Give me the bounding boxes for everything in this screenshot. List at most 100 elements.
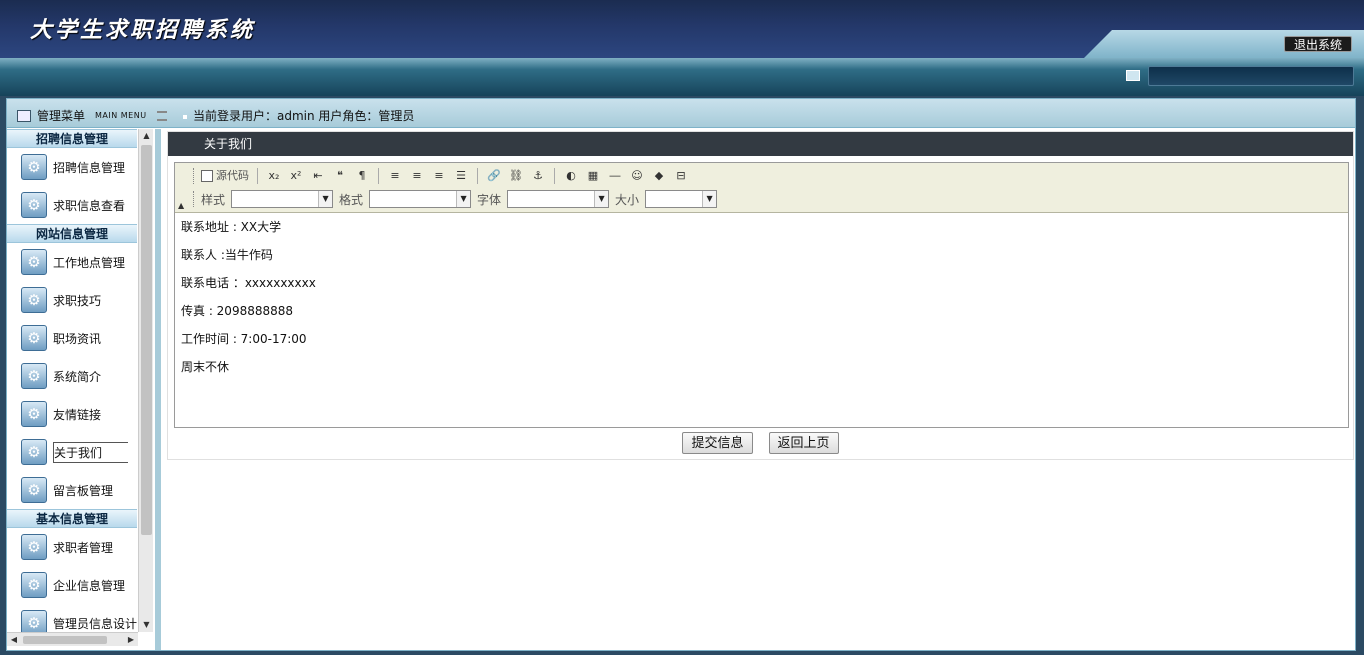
sidebar-item-label: 关于我们 — [53, 441, 129, 463]
toolbar-grip — [193, 168, 195, 184]
sidebar-divider[interactable] — [155, 129, 161, 650]
sidebar-item-resume-view[interactable]: ⚙ 求职信息查看 — [7, 186, 137, 224]
gear-icon: ⚙ — [21, 249, 47, 275]
rich-text-editor[interactable]: 源代码 x₂ x² ⇤ ❝ ¶ ≡ ≡ ≡ ☰ 🔗 ⛓ ⚓ ◐ ▦ ― ☺ ◆ … — [174, 162, 1349, 428]
scroll-down-icon[interactable]: ▼ — [139, 618, 154, 632]
source-icon — [201, 170, 213, 182]
toolbar-row-1: 源代码 x₂ x² ⇤ ❝ ¶ ≡ ≡ ≡ ☰ 🔗 ⛓ ⚓ ◐ ▦ ― ☺ ◆ … — [193, 167, 689, 185]
sidebar-menu: 招聘信息管理 ⚙ 招聘信息管理 ⚙ 求职信息查看 网站信息管理 ⚙ 工作地点管理… — [7, 129, 137, 642]
form-actions: 提交信息 返回上页 — [168, 432, 1353, 454]
sidebar-item-system-intro[interactable]: ⚙ 系统简介 — [7, 357, 137, 395]
menu-toggle-icon[interactable] — [156, 110, 167, 121]
chevron-down-icon: ▼ — [456, 191, 471, 207]
size-label: 大小 — [615, 192, 640, 207]
subscript-icon[interactable]: x₂ — [266, 168, 282, 184]
sidebar-item-label: 求职信息查看 — [53, 198, 126, 213]
sidebar-horizontal-scrollbar[interactable]: ◀ ▶ — [7, 632, 138, 646]
align-right-icon[interactable]: ≡ — [431, 168, 447, 184]
scroll-thumb[interactable] — [141, 145, 152, 535]
sidebar-vertical-scrollbar[interactable]: ▲ ▼ — [138, 129, 153, 632]
blockquote-icon[interactable]: ❝ — [332, 168, 348, 184]
sidebar-item-about-us[interactable]: ⚙ 关于我们 — [7, 433, 137, 471]
sidebar-item-job-tips[interactable]: ⚙ 求职技巧 — [7, 281, 137, 319]
page-break-icon[interactable]: ⊟ — [673, 168, 689, 184]
special-char-icon[interactable]: ◆ — [651, 168, 667, 184]
editor-content[interactable]: 联系地址 : XX大学 联系人 :当牛作码 联系电话 ：xxxxxxxxxx 传… — [181, 220, 316, 388]
content-line: 传真 : 2098888888 — [181, 304, 294, 318]
sidebar-item-companies[interactable]: ⚙ 企业信息管理 — [7, 566, 137, 604]
sidebar-item-label: 求职技巧 — [53, 293, 102, 308]
toolbar-separator — [477, 168, 478, 184]
monitor-icon — [1126, 70, 1140, 81]
table-icon[interactable]: ▦ — [585, 168, 601, 184]
sidebar-item-job-seekers[interactable]: ⚙ 求职者管理 — [7, 528, 137, 566]
current-user-info: 当前登录用户：admin 用户角色：管理员 — [183, 107, 414, 124]
sidebar-item-label: 招聘信息管理 — [53, 160, 126, 175]
sidebar-item-career-news[interactable]: ⚙ 职场资讯 — [7, 319, 137, 357]
align-left-icon[interactable]: ≡ — [387, 168, 403, 184]
sidebar-category[interactable]: 基本信息管理 — [7, 509, 137, 528]
sidebar-item-work-location[interactable]: ⚙ 工作地点管理 — [7, 243, 137, 281]
flash-icon[interactable]: ◐ — [563, 168, 579, 184]
chevron-down-icon: ▼ — [594, 191, 609, 207]
sidebar-item-label: 系统简介 — [53, 369, 102, 384]
size-select[interactable]: ▼ — [645, 190, 718, 208]
main-frame: 管理菜单 MAIN MENU 当前登录用户：admin 用户角色：管理员 招聘信… — [6, 98, 1356, 651]
source-button[interactable]: 源代码 — [201, 168, 249, 184]
sidebar-item-friend-links[interactable]: ⚙ 友情链接 — [7, 395, 137, 433]
gear-icon: ⚙ — [21, 154, 47, 180]
align-center-icon[interactable]: ≡ — [409, 168, 425, 184]
gear-icon: ⚙ — [21, 534, 47, 560]
smiley-icon[interactable]: ☺ — [629, 168, 645, 184]
scroll-up-icon[interactable]: ▲ — [139, 129, 154, 143]
style-select[interactable]: ▼ — [231, 190, 334, 208]
sidebar-item-message-board[interactable]: ⚙ 留言板管理 — [7, 471, 137, 509]
sidebar-item-label: 求职者管理 — [53, 540, 114, 555]
toolbar-separator — [378, 168, 379, 184]
font-select[interactable]: ▼ — [507, 190, 610, 208]
div-container-icon[interactable]: ¶ — [354, 168, 370, 184]
collapse-toolbar-icon[interactable]: ▲ — [178, 201, 184, 210]
superscript-icon[interactable]: x² — [288, 168, 304, 184]
font-label: 字体 — [477, 192, 502, 207]
content-line: 联系人 :当牛作码 — [181, 248, 273, 262]
sidebar-category[interactable]: 网站信息管理 — [7, 224, 137, 243]
menu-header: 管理菜单 MAIN MENU — [17, 107, 167, 124]
toolbar-row-2: 样式 ▼ 格式 ▼ 字体 ▼ 大小 ▼ — [193, 189, 718, 209]
scroll-thumb[interactable] — [23, 636, 107, 644]
sidebar-item-label: 管理员信息设计 — [53, 616, 138, 631]
gear-icon: ⚙ — [21, 192, 47, 218]
menu-title: 管理菜单 — [37, 109, 86, 123]
gear-icon: ⚙ — [21, 401, 47, 427]
sidebar-category[interactable]: 招聘信息管理 — [7, 129, 137, 148]
bullet-icon — [183, 114, 187, 119]
header-status-field — [1148, 66, 1354, 86]
content-line: 周末不休 — [181, 360, 230, 374]
sidebar-item-job-posting[interactable]: ⚙ 招聘信息管理 — [7, 148, 137, 186]
gear-icon: ⚙ — [21, 439, 47, 465]
sidebar-item-label: 留言板管理 — [53, 483, 114, 498]
scroll-right-icon[interactable]: ▶ — [124, 633, 138, 647]
link-icon[interactable]: 🔗 — [486, 168, 502, 184]
sidebar-item-label: 工作地点管理 — [53, 255, 126, 270]
scroll-left-icon[interactable]: ◀ — [7, 633, 21, 647]
outdent-icon[interactable]: ⇤ — [310, 168, 326, 184]
gear-icon: ⚙ — [21, 287, 47, 313]
anchor-icon[interactable]: ⚓ — [530, 168, 546, 184]
back-button[interactable]: 返回上页 — [768, 432, 839, 454]
app-title: 大学生求职招聘系统 — [30, 17, 256, 43]
format-select[interactable]: ▼ — [369, 190, 472, 208]
unlink-icon[interactable]: ⛓ — [508, 168, 524, 184]
content-line: 联系地址 : XX大学 — [181, 220, 282, 234]
content-line: 联系电话 ：xxxxxxxxxx — [181, 276, 316, 290]
submit-button[interactable]: 提交信息 — [682, 432, 753, 454]
style-label: 样式 — [201, 192, 226, 207]
sidebar-item-label: 企业信息管理 — [53, 578, 126, 593]
align-justify-icon[interactable]: ☰ — [453, 168, 469, 184]
logout-button[interactable]: 退出系统 — [1284, 36, 1352, 52]
info-bar: 管理菜单 MAIN MENU 当前登录用户：admin 用户角色：管理员 — [7, 99, 1355, 128]
chevron-down-icon: ▼ — [702, 191, 717, 207]
sidebar-item-label: 职场资讯 — [53, 331, 102, 346]
menu-icon — [17, 109, 31, 122]
horizontal-rule-icon[interactable]: ― — [607, 168, 623, 184]
